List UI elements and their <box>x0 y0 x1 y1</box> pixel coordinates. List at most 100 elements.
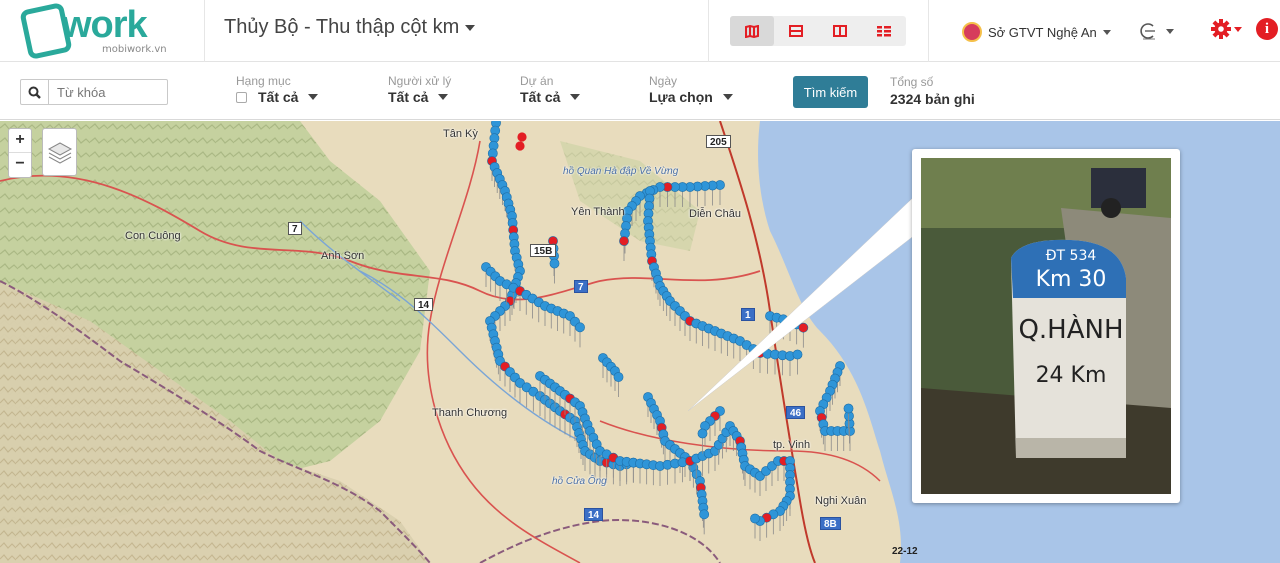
km-marker-pin[interactable] <box>750 513 760 524</box>
logo-text: work <box>62 4 148 46</box>
km-marker-pin[interactable] <box>517 132 527 142</box>
km-marker-photo[interactable]: ĐT 534 Km 30 Q.HÀNH 24 Km <box>921 158 1171 494</box>
road-shield: 15B <box>530 244 557 257</box>
split-vertical-icon <box>833 25 847 37</box>
category-filter[interactable]: Hạng mục Tất cả <box>236 74 319 105</box>
handler-filter-value: Tất cả <box>388 89 429 105</box>
language-globe-icon <box>1140 23 1155 40</box>
chevron-down-icon <box>1166 28 1174 34</box>
road-shield: 46 <box>786 406 806 419</box>
road-shield: 22-12 <box>892 546 918 557</box>
map-canvas[interactable]: + − Tân Kỳ Con Cuông Anh Sơn Yên Thành D… <box>0 121 1280 563</box>
search-button[interactable] <box>21 80 49 104</box>
place-label: Nghi Xuân <box>815 495 867 507</box>
zoom-control: + − <box>8 128 32 178</box>
search-icon <box>28 86 41 99</box>
zoom-out-button[interactable]: − <box>9 153 31 177</box>
organization-emblem-icon <box>962 22 982 42</box>
layers-icon <box>47 142 72 164</box>
chevron-down-icon <box>438 94 449 100</box>
road-shield: 8B <box>820 517 841 530</box>
total-value: 2324 bản ghi <box>890 91 975 107</box>
date-filter-label: Ngày <box>649 74 678 88</box>
km-marker-pin[interactable] <box>515 141 525 151</box>
map-view-icon <box>745 24 759 38</box>
project-filter-label: Dự án <box>520 74 554 88</box>
place-label: Anh Sơn <box>321 250 365 262</box>
place-label: Thanh Chương <box>432 407 508 419</box>
list-view-icon <box>877 26 891 37</box>
page-title-dropdown[interactable]: Thủy Bộ - Thu thập cột km <box>224 16 476 39</box>
road-shield: 14 <box>584 508 604 521</box>
project-filter[interactable]: Dự án Tất cả <box>520 74 581 105</box>
km-marker-pin[interactable] <box>575 322 585 333</box>
km-marker-pin[interactable] <box>619 236 629 246</box>
list-view-button[interactable] <box>862 16 906 46</box>
category-filter-label: Hạng mục <box>236 74 291 88</box>
place-label: tp. Vinh <box>773 439 811 451</box>
km-marker-pin[interactable] <box>798 322 809 333</box>
chevron-down-icon <box>465 24 476 31</box>
place-label: Con Cuông <box>125 230 181 242</box>
organization-name: Sở GTVT Nghệ An <box>988 24 1097 40</box>
total-records: Tổng số 2324 bản ghi <box>890 75 975 107</box>
date-filter-value: Lựa chọn <box>649 89 713 105</box>
water-label: hồ Quan Hà đập Về Vừng <box>563 166 679 177</box>
place-label: Tân Kỳ <box>443 128 478 140</box>
road-shield: 7 <box>288 222 302 235</box>
layers-button[interactable] <box>42 128 77 176</box>
km-marker-pin[interactable] <box>792 349 803 360</box>
category-filter-value: Tất cả <box>258 89 299 105</box>
search-box <box>20 79 168 105</box>
info-icon[interactable]: i <box>1256 18 1278 40</box>
road-shield: 14 <box>414 298 434 311</box>
split-horizontal-button[interactable] <box>774 16 818 46</box>
milestone-photo-image: ĐT 534 Km 30 Q.HÀNH 24 Km <box>921 158 1171 494</box>
sign-place-text: Q.HÀNH <box>1018 313 1123 345</box>
road-shield: 205 <box>706 135 731 148</box>
km-marker-pin[interactable] <box>697 428 708 439</box>
chevron-down-icon <box>1102 29 1111 35</box>
place-label: Diễn Châu <box>689 208 741 220</box>
sign-km-text: Km 30 <box>1036 267 1107 292</box>
split-vertical-button[interactable] <box>818 16 862 46</box>
date-filter[interactable]: Ngày Lựa chọn <box>649 74 733 105</box>
handler-filter-label: Người xử lý <box>388 74 452 88</box>
settings-dropdown[interactable] <box>1210 18 1242 40</box>
km-marker-pin[interactable] <box>613 372 624 382</box>
gear-icon <box>1211 19 1231 39</box>
sign-route-text: ĐT 534 <box>1046 248 1097 264</box>
keyword-search-input[interactable] <box>49 81 159 103</box>
search-submit-button[interactable]: Tìm kiếm <box>793 76 868 108</box>
logo-subtext: mobiwork.vn <box>102 44 167 55</box>
road-shield: 1 <box>741 308 755 321</box>
split-horizontal-icon <box>789 25 803 37</box>
chevron-down-icon <box>722 94 733 100</box>
road-shield: 7 <box>574 280 588 293</box>
km-marker-pin[interactable] <box>843 403 854 414</box>
header-divider <box>928 0 929 62</box>
mobiwork-logo[interactable]: work mobiwork.vn <box>19 1 182 61</box>
zoom-in-button[interactable]: + <box>9 129 31 153</box>
marker-photo-popup[interactable]: ĐT 534 Km 30 Q.HÀNH 24 Km <box>912 149 1180 503</box>
chevron-down-icon <box>308 94 319 100</box>
language-dropdown[interactable] <box>1138 20 1174 42</box>
view-mode-group <box>730 16 906 46</box>
top-navbar: work mobiwork.vn Thủy Bộ - Thu thập cột … <box>0 0 1280 62</box>
sign-distance-text: 24 Km <box>1036 363 1107 388</box>
total-label: Tổng số <box>890 75 934 89</box>
category-checkbox[interactable] <box>236 91 247 103</box>
chevron-down-icon <box>1234 26 1242 32</box>
water-label: hồ Cửa Ông <box>552 476 607 487</box>
header-divider <box>204 0 205 62</box>
map-view-button[interactable] <box>730 16 774 46</box>
project-filter-value: Tất cả <box>520 89 561 105</box>
page-title: Thủy Bộ - Thu thập cột km <box>224 16 460 38</box>
chevron-down-icon <box>570 94 581 100</box>
km-marker-pin[interactable] <box>699 509 710 520</box>
header-divider <box>708 0 709 62</box>
organization-dropdown[interactable]: Sở GTVT Nghệ An <box>962 22 1111 42</box>
km-marker-pin[interactable] <box>549 258 560 269</box>
filter-bar: Hạng mục Tất cả Người xử lý Tất cả Dự án… <box>0 62 1280 120</box>
handler-filter[interactable]: Người xử lý Tất cả <box>388 74 451 105</box>
